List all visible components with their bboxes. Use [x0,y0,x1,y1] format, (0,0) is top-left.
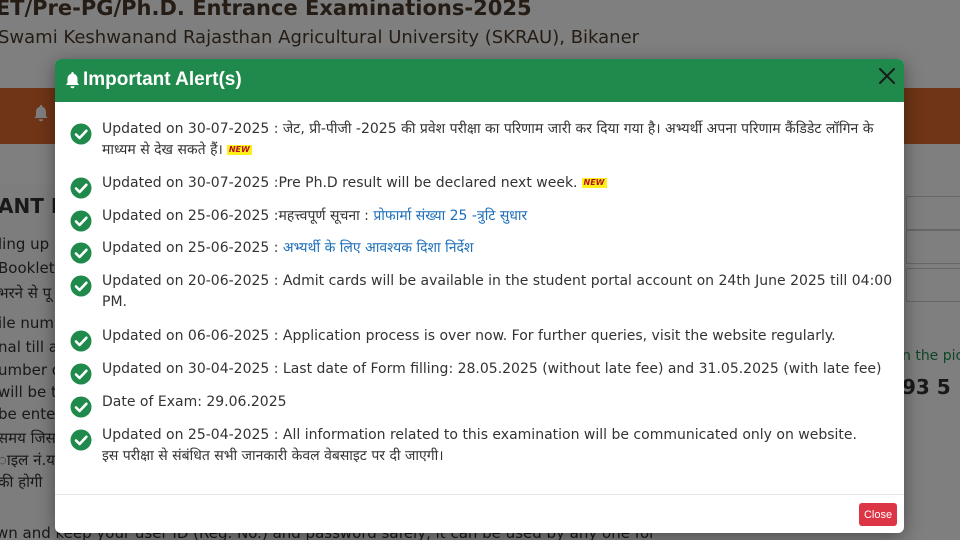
list-item: Updated on 25-06-2025 : अभ्यर्थी के लिए … [70,238,900,264]
check-circle-icon [70,275,92,297]
list-item: Updated on 25-06-2025 :महत्त्वपूर्ण सूचन… [70,206,900,232]
list-item: Date of Exam: 29.06.2025 [70,392,900,418]
proforma-correction-link[interactable]: प्रोफार्मा संख्या 25 -त्रुटि सुधार [373,208,527,224]
alert-text: Updated on 25-06-2025 : [102,240,283,256]
modal-footer: Close [55,494,904,533]
new-badge: NEW [226,145,252,155]
list-item: Updated on 25-04-2025 : All information … [70,425,900,467]
check-circle-icon [70,330,92,352]
modal-header: Important Alert(s) [55,59,904,102]
new-badge: NEW [581,178,607,188]
alert-text: Updated on 25-06-2025 :महत्त्वपूर्ण सूचन… [102,208,374,224]
alert-text: Updated on 30-04-2025 : Last date of For… [102,361,882,377]
bell-icon [64,71,81,89]
modal-title: Important Alert(s) [64,69,242,91]
modal-title-text: Important Alert(s) [83,69,242,90]
list-item: Updated on 20-06-2025 : Admit cards will… [70,271,900,313]
check-circle-icon [70,429,92,451]
check-circle-icon [70,177,92,199]
list-item: Updated on 30-04-2025 : Last date of For… [70,359,900,385]
alert-text: Updated on 06-06-2025 : Application proc… [102,328,836,344]
check-circle-icon [70,210,92,232]
close-button[interactable]: Close [859,503,897,526]
alert-text: Updated on 25-04-2025 : All information … [102,427,857,443]
alert-text: Updated on 20-06-2025 : Admit cards will… [102,273,893,310]
check-circle-icon [70,242,92,264]
alert-text: Updated on 30-07-2025 :Pre Ph.D result w… [102,175,578,191]
check-circle-icon [70,396,92,418]
important-alerts-modal: Important Alert(s) Updated on 30-07-2025… [55,59,904,533]
check-circle-icon [70,123,92,145]
alert-text: Updated on 30-07-2025 : जेट, प्री-पीजी -… [102,121,874,158]
alert-text: Date of Exam: 29.06.2025 [102,394,287,410]
list-item: Updated on 30-07-2025 :Pre Ph.D result w… [70,173,900,199]
list-item: Updated on 06-06-2025 : Application proc… [70,326,900,352]
alerts-list: Updated on 30-07-2025 : जेट, प्री-पीजी -… [55,102,904,494]
candidate-guidelines-link[interactable]: अभ्यर्थी के लिए आवश्यक दिशा निर्देश [283,240,474,256]
check-circle-icon [70,363,92,385]
list-item: Updated on 30-07-2025 : जेट, प्री-पीजी -… [70,119,900,161]
close-icon[interactable] [876,67,898,89]
alert-text-hindi: इस परीक्षा से संबंधित सभी जानकारी केवल व… [102,448,444,464]
